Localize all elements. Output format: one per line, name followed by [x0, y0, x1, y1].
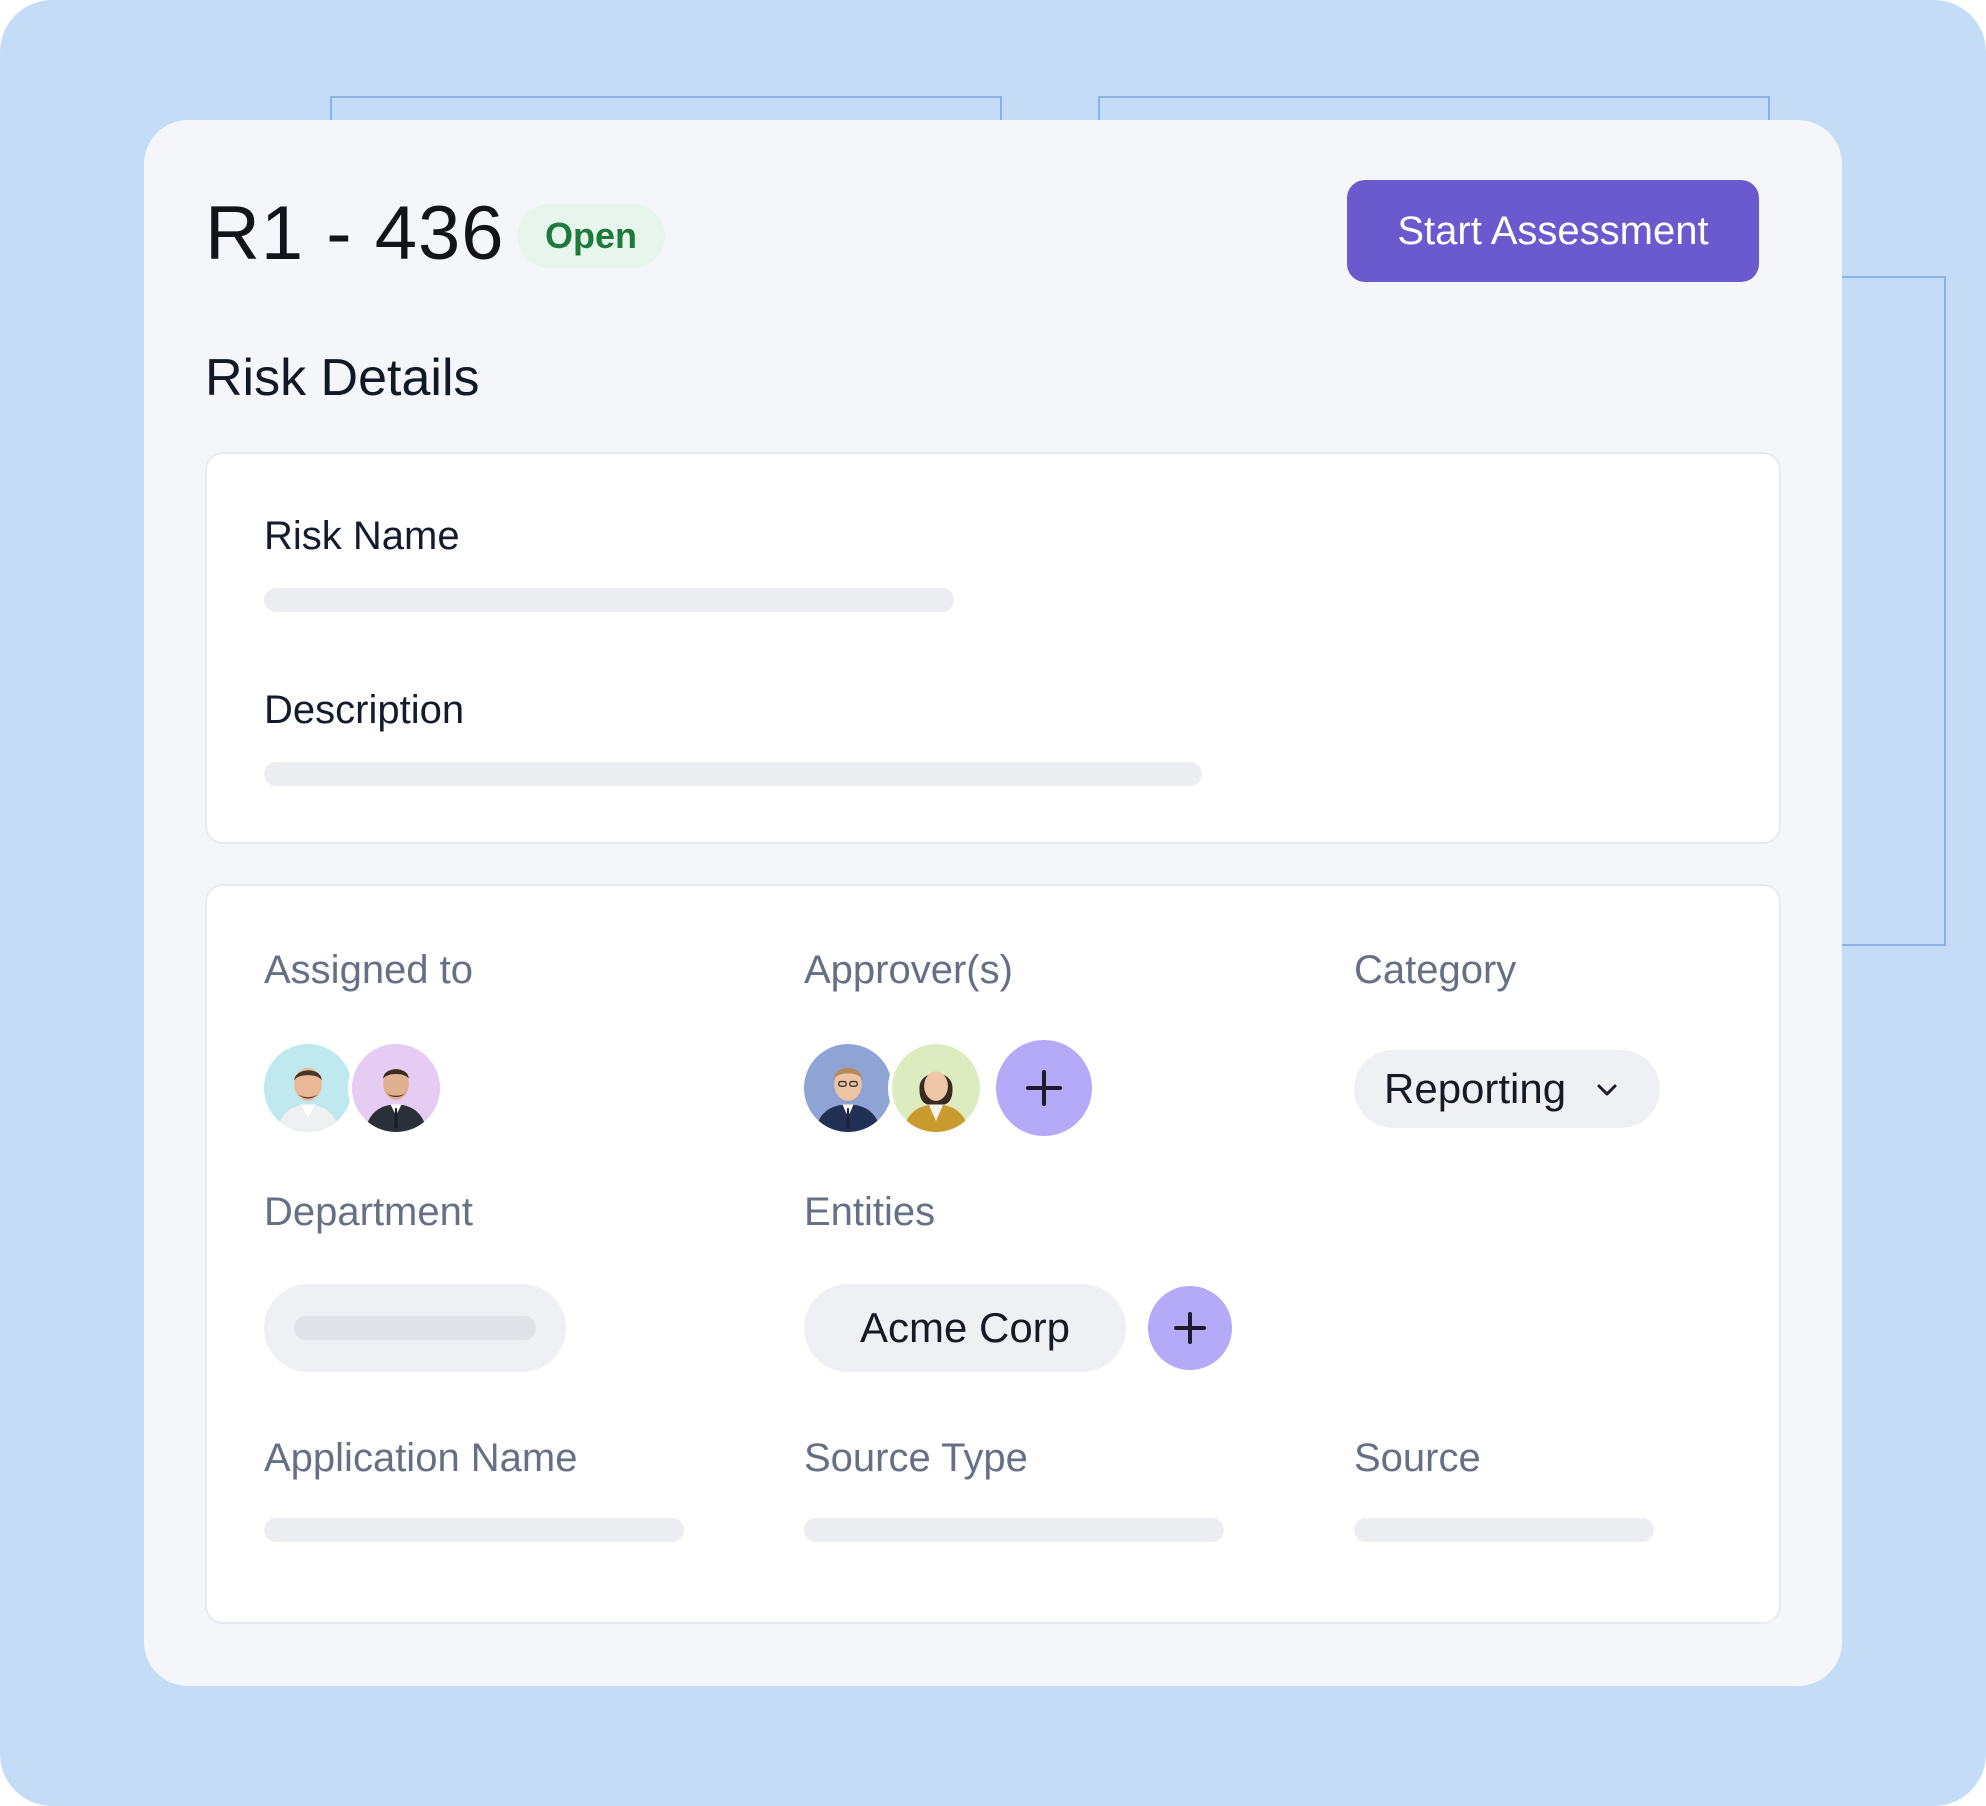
category-label: Category — [1354, 948, 1517, 992]
add-entity-button[interactable] — [1148, 1286, 1232, 1370]
plus-icon — [1174, 1312, 1206, 1344]
man-avatar[interactable] — [260, 1040, 356, 1136]
source-type-label: Source Type — [804, 1436, 1028, 1480]
risk-name-field[interactable] — [264, 588, 954, 612]
description-label: Description — [264, 688, 465, 732]
approvers-label: Approver(s) — [804, 948, 1013, 992]
department-label: Department — [264, 1190, 473, 1234]
status-badge: Open — [517, 204, 666, 268]
canvas: R1 - 436 Open Start Assessment Risk Deta… — [0, 0, 1986, 1806]
man-avatar[interactable] — [800, 1040, 896, 1136]
risk-card: R1 - 436 Open Start Assessment Risk Deta… — [144, 120, 1842, 1686]
section-title: Risk Details — [205, 349, 480, 407]
entities-label: Entities — [804, 1190, 936, 1234]
risk-id-title: R1 - 436 — [205, 191, 505, 276]
risk-overview-panel: Risk Name Description — [205, 452, 1781, 844]
woman-avatar[interactable] — [888, 1040, 984, 1136]
department-placeholder — [294, 1316, 536, 1340]
source-type-field[interactable] — [804, 1518, 1224, 1542]
add-approver-button[interactable] — [996, 1040, 1092, 1136]
source-label: Source — [1354, 1436, 1481, 1480]
application-name-label: Application Name — [264, 1436, 578, 1480]
department-select[interactable] — [264, 1284, 566, 1372]
application-name-field[interactable] — [264, 1518, 684, 1542]
man-avatar[interactable] — [348, 1040, 444, 1136]
category-value: Reporting — [1384, 1065, 1567, 1112]
plus-icon — [1026, 1070, 1062, 1106]
category-select[interactable]: Reporting — [1354, 1050, 1660, 1128]
start-assessment-button[interactable]: Start Assessment — [1347, 180, 1759, 282]
chevron-down-icon — [1597, 1084, 1617, 1096]
risk-attributes-panel — [205, 884, 1781, 1624]
assigned-to-label: Assigned to — [264, 948, 474, 992]
source-field[interactable] — [1354, 1518, 1654, 1542]
description-field[interactable] — [264, 762, 1202, 786]
entity-chip[interactable]: Acme Corp — [804, 1284, 1126, 1372]
risk-name-label: Risk Name — [264, 514, 460, 558]
